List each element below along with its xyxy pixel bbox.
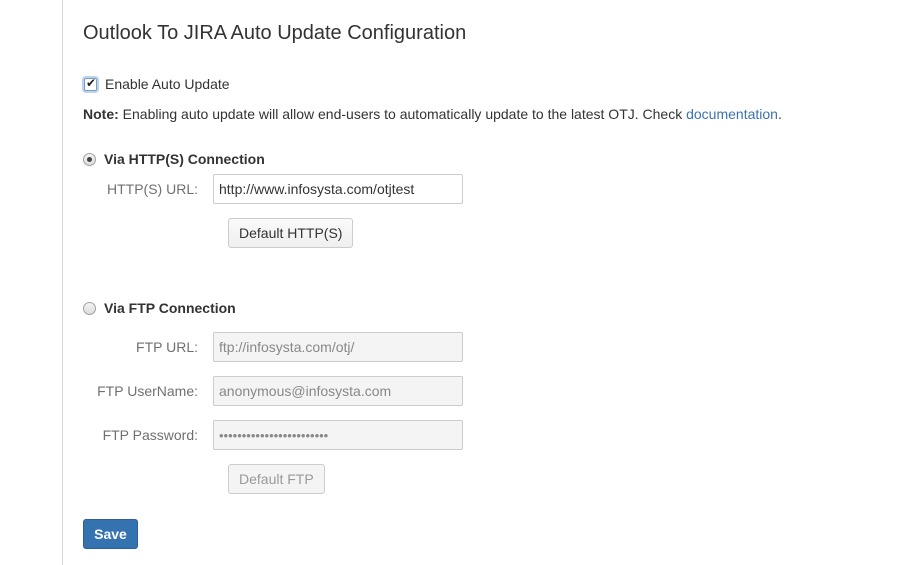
ftp-password-row: FTP Password: [83, 420, 463, 450]
save-button[interactable]: Save [83, 519, 138, 549]
documentation-link[interactable]: documentation [686, 106, 778, 122]
ftp-username-label: FTP UserName: [97, 383, 198, 399]
default-ftp-button[interactable]: Default FTP [228, 464, 325, 494]
ftp-username-input[interactable] [213, 376, 463, 406]
config-panel: Outlook To JIRA Auto Update Configuratio… [83, 0, 903, 565]
http-connection-radio[interactable] [83, 152, 96, 166]
note-text: Note: Enabling auto update will allow en… [83, 106, 782, 122]
ftp-connection-label[interactable]: Via FTP Connection [104, 300, 236, 316]
enable-auto-update-label[interactable]: Enable Auto Update [105, 76, 230, 92]
page-title: Outlook To JIRA Auto Update Configuratio… [83, 22, 467, 44]
ftp-connection-option: Via FTP Connection [83, 299, 236, 317]
note-body: Enabling auto update will allow end-user… [118, 106, 687, 122]
ftp-url-row: FTP URL: [83, 332, 463, 362]
enable-auto-update-row: ✔ Enable Auto Update [83, 75, 230, 93]
checkmark-icon: ✔ [86, 75, 97, 90]
ftp-username-row: FTP UserName: [83, 376, 463, 406]
ftp-url-label: FTP URL: [136, 339, 198, 355]
left-divider [62, 0, 63, 565]
http-url-label: HTTP(S) URL: [107, 181, 198, 197]
ftp-url-input[interactable] [213, 332, 463, 362]
http-connection-option: Via HTTP(S) Connection [83, 150, 265, 168]
http-url-row: HTTP(S) URL: [83, 174, 463, 204]
ftp-password-label: FTP Password: [102, 427, 198, 443]
default-http-button[interactable]: Default HTTP(S) [228, 218, 354, 248]
enable-auto-update-checkbox[interactable]: ✔ [84, 75, 97, 91]
ftp-password-input[interactable] [213, 420, 463, 450]
http-connection-label[interactable]: Via HTTP(S) Connection [104, 151, 265, 167]
note-suffix: . [777, 106, 782, 122]
note-prefix: Note: [83, 106, 119, 122]
ftp-connection-radio[interactable] [83, 301, 96, 315]
http-url-input[interactable] [213, 174, 463, 204]
